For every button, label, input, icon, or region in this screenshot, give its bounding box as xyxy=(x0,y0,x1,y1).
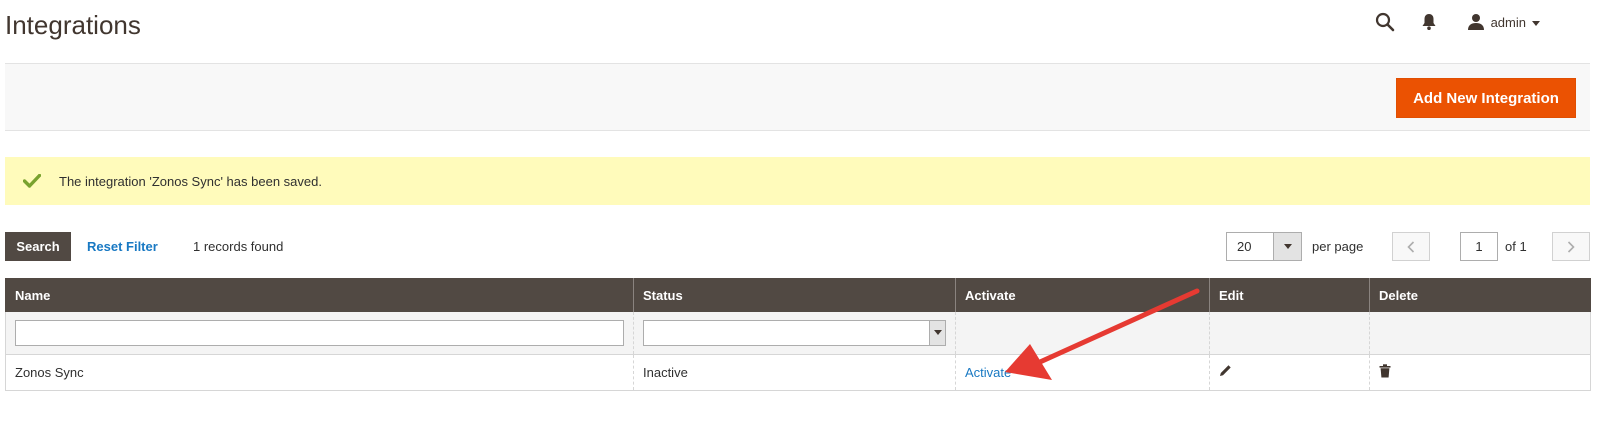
cell-status: Inactive xyxy=(633,354,956,391)
cell-edit xyxy=(1209,354,1370,391)
page-number-input[interactable]: 1 xyxy=(1460,232,1498,261)
per-page-toggle[interactable] xyxy=(1273,233,1301,260)
cell-delete xyxy=(1369,354,1591,391)
status-filter-toggle[interactable] xyxy=(929,320,945,345)
checkmark-icon xyxy=(23,174,43,188)
message-text: The integration 'Zonos Sync' has been sa… xyxy=(59,173,322,189)
page-actions-bar: Add New Integration xyxy=(5,63,1590,131)
records-found: 1 records found xyxy=(193,239,284,254)
success-message: The integration 'Zonos Sync' has been sa… xyxy=(5,157,1590,205)
grid-header-row: Name Status Activate Edit Delete xyxy=(5,278,1591,312)
chevron-left-icon xyxy=(1407,240,1415,253)
reset-filter-link[interactable]: Reset Filter xyxy=(87,232,158,261)
add-new-integration-button[interactable]: Add New Integration xyxy=(1396,78,1576,118)
status-filter-select[interactable] xyxy=(643,319,946,346)
total-pages: of 1 xyxy=(1505,239,1527,254)
activate-link[interactable]: Activate xyxy=(965,365,1011,380)
per-page-select[interactable]: 20 xyxy=(1226,232,1302,261)
next-page-button[interactable] xyxy=(1552,232,1590,261)
per-page-label: per page xyxy=(1312,239,1364,254)
table-row: Zonos Sync Inactive Activate xyxy=(5,354,1591,391)
column-header-delete: Delete xyxy=(1369,278,1591,312)
pencil-icon[interactable] xyxy=(1219,364,1232,377)
chevron-down-icon xyxy=(933,330,942,336)
integrations-grid: Name Status Activate Edit Delete Zonos S… xyxy=(5,278,1591,391)
cell-activate: Activate xyxy=(955,354,1210,391)
page-title: Integrations xyxy=(5,10,141,40)
user-name: admin xyxy=(1490,14,1526,30)
column-header-edit: Edit xyxy=(1209,278,1370,312)
chevron-right-icon xyxy=(1567,240,1575,253)
name-filter-input[interactable] xyxy=(15,319,624,346)
user-menu[interactable]: admin xyxy=(1467,13,1540,31)
chevron-down-icon xyxy=(1532,20,1540,26)
previous-page-button[interactable] xyxy=(1392,232,1430,261)
search-button[interactable]: Search xyxy=(5,232,71,261)
filter-row xyxy=(5,312,1591,355)
cell-name: Zonos Sync xyxy=(5,354,634,391)
user-icon xyxy=(1467,13,1485,31)
grid-toolbar: Search Reset Filter 1 records found 20 p… xyxy=(5,232,1590,261)
column-header-name[interactable]: Name xyxy=(5,278,634,312)
column-header-status[interactable]: Status xyxy=(633,278,956,312)
header-actions: admin xyxy=(1375,10,1540,34)
bell-icon[interactable] xyxy=(1421,13,1437,31)
per-page-value: 20 xyxy=(1237,239,1252,254)
chevron-down-icon xyxy=(1283,244,1292,249)
search-icon[interactable] xyxy=(1375,12,1395,32)
column-header-activate: Activate xyxy=(955,278,1210,312)
trash-icon[interactable] xyxy=(1379,363,1391,378)
